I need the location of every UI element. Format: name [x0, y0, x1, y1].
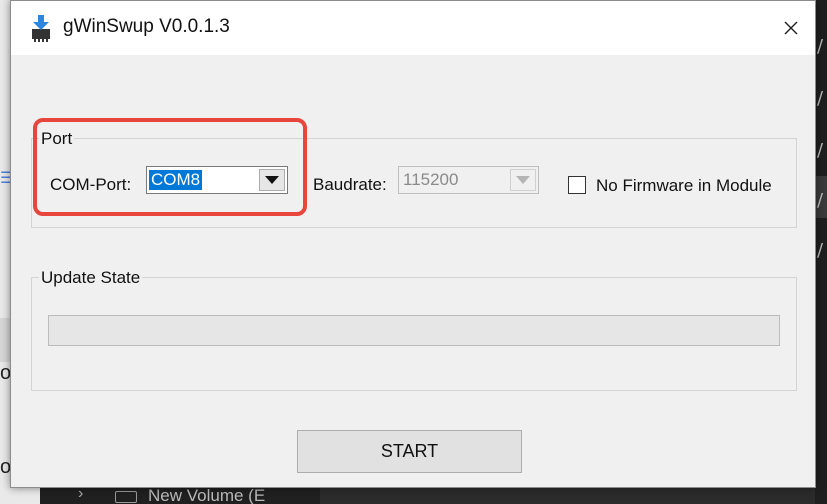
baudrate-dropdown-button[interactable] — [510, 169, 536, 191]
dropdown-arrow-icon — [516, 176, 530, 184]
background-explorer-row[interactable]: › New Volume (E — [40, 488, 320, 504]
update-progress-bar — [48, 315, 780, 346]
window-title: gWinSwup V0.0.1.3 — [63, 16, 230, 37]
drive-icon — [115, 491, 137, 503]
baudrate-value: 115200 — [403, 170, 459, 189]
title-bar[interactable]: gWinSwup V0.0.1.3 — [11, 1, 815, 55]
baudrate-label: Baudrate: — [313, 175, 387, 194]
gwinswup-window: gWinSwup V0.0.1.3 Port COM-Port: COM8 Ba… — [10, 0, 816, 488]
close-icon — [784, 21, 798, 35]
download-chip-icon — [32, 15, 50, 42]
background-path-fragment: / — [817, 190, 824, 211]
background-path-fragment: / — [817, 88, 824, 109]
background-path-fragment: / — [817, 36, 824, 57]
no-firmware-checkbox[interactable] — [568, 176, 586, 194]
highlight-annotation — [33, 118, 307, 216]
update-state-title: Update State — [39, 268, 143, 288]
baudrate-select[interactable]: 115200 — [398, 166, 539, 194]
background-path-fragment: / — [817, 240, 824, 261]
chevron-right-icon[interactable]: › — [78, 488, 83, 503]
no-firmware-label[interactable]: No Firmware in Module — [596, 176, 772, 196]
background-path-fragment: / — [817, 140, 824, 161]
start-button[interactable]: START — [297, 430, 522, 473]
close-button[interactable] — [767, 1, 815, 55]
background-explorer-label[interactable]: New Volume (E — [148, 488, 265, 504]
background-window-right: / / / / / — [815, 0, 827, 504]
